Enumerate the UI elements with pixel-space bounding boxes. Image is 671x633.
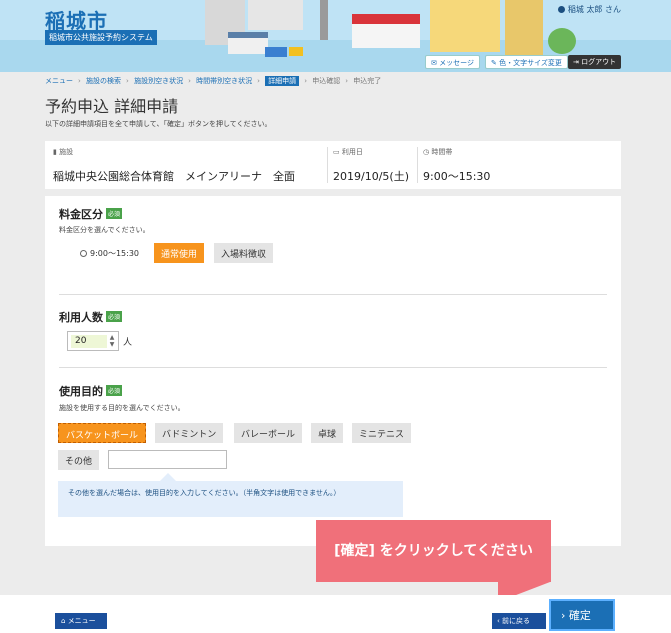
breadcrumb-time-availability[interactable]: 時間帯別空き状況: [196, 77, 252, 85]
page-title: 予約申込 詳細申請: [45, 97, 179, 116]
purpose-section-title: 使用目的 必須: [59, 383, 123, 399]
people-unit: 人: [123, 338, 133, 348]
purpose-option-badminton[interactable]: バドミントン: [155, 423, 224, 443]
logout-button-label: ログアウト: [581, 58, 617, 66]
font-size-button-label: 色・文字サイズ変更: [499, 59, 562, 67]
fee-description: 料金区分を選んでください。: [59, 226, 150, 234]
facility-label: ▮ 施設: [53, 147, 295, 157]
message-button-label: メッセージ: [439, 59, 474, 67]
people-count-input[interactable]: 20: [71, 335, 107, 348]
section-divider: [59, 367, 607, 368]
purpose-option-table-tennis[interactable]: 卓球: [311, 423, 344, 443]
fee-title-text: 料金区分: [59, 208, 103, 221]
fee-time-label: 9:00〜15:30: [80, 248, 139, 259]
breadcrumb-complete: 申込完了: [353, 77, 382, 85]
purpose-other-input[interactable]: [108, 450, 227, 469]
detail-form: 料金区分 必須 料金区分を選んでください。 9:00〜15:30 通常使用 入場料…: [45, 196, 621, 546]
fee-option-normal[interactable]: 通常使用: [154, 243, 205, 263]
illustration-apartment: [430, 0, 500, 52]
fee-section-title: 料金区分 必須: [59, 206, 123, 222]
divider: [327, 147, 328, 183]
breadcrumb-detail-current: 詳細申請: [265, 76, 300, 86]
chevron-right-icon: ›: [78, 77, 81, 85]
illustration-tree: [548, 28, 576, 54]
required-badge: 必須: [106, 208, 123, 219]
illustration-school: [352, 14, 420, 48]
hint-arrow: [160, 473, 176, 481]
purpose-option-volleyball[interactable]: バレーボール: [234, 423, 303, 443]
time-value: 9:00〜15:30: [423, 170, 491, 183]
clock-icon: [80, 250, 87, 257]
people-title-text: 利用人数: [59, 311, 103, 324]
purpose-description: 施設を使用する目的を選んでください。: [59, 404, 185, 412]
breadcrumb-confirm: 申込確認: [312, 77, 341, 85]
time-label: ◷ 時間帯: [423, 147, 490, 157]
date-column: ▭ 利用日 2019/10/5(土): [333, 147, 409, 184]
chevron-right-icon: ›: [126, 77, 129, 85]
facility-column: ▮ 施設 稲城中央公園総合体育館 メインアリーナ 全面: [53, 147, 295, 184]
user-info: 稲城 太郎 さん: [557, 4, 621, 15]
calendar-icon: ▭: [333, 148, 340, 156]
breadcrumb-menu[interactable]: メニュー: [45, 77, 73, 85]
people-count-stepper[interactable]: 20 ▲ ▼: [67, 331, 119, 351]
chevron-right-icon: ›: [304, 77, 307, 85]
purpose-option-basketball[interactable]: バスケットボール: [58, 423, 147, 443]
people-section-title: 利用人数 必須: [59, 309, 123, 325]
chevron-right-icon: ›: [257, 77, 260, 85]
confirm-button-label: 確定: [568, 609, 591, 622]
illustration-building-2: [248, 0, 303, 30]
illustration-house: [228, 32, 268, 54]
chevron-right-icon: ›: [345, 77, 349, 85]
user-icon: [557, 6, 565, 13]
purpose-option-mini-tennis[interactable]: ミニテニス: [352, 423, 412, 443]
illustration-clock-tower: [505, 0, 543, 58]
facility-label-text: 施設: [59, 148, 74, 156]
user-name: 稲城 太郎 さん: [567, 5, 621, 14]
logout-button[interactable]: ⇥ ログアウト: [568, 55, 622, 69]
illustration-bus: [265, 47, 287, 57]
fee-option-admission[interactable]: 入場料徴収: [214, 243, 274, 263]
back-button[interactable]: ‹ 前に戻る: [492, 613, 546, 629]
page-description: 以下の詳細申請項目を全て申請して、「確定」ボタンを押してください。: [45, 120, 272, 128]
facility-value: 稲城中央公園総合体育館 メインアリーナ 全面: [53, 170, 295, 183]
breadcrumb-search[interactable]: 施設の検索: [86, 77, 121, 85]
illustration-tower: [320, 0, 328, 40]
confirm-button[interactable]: › 確定: [549, 599, 615, 631]
section-divider: [59, 294, 607, 295]
stepper-arrows-icon[interactable]: ▲ ▼: [108, 334, 116, 349]
time-label-text: 時間帯: [431, 148, 453, 156]
divider: [417, 147, 418, 183]
menu-button[interactable]: ⌂ メニュー: [55, 613, 107, 629]
time-column: ◷ 時間帯 9:00〜15:30: [423, 147, 490, 184]
required-badge: 必須: [106, 385, 123, 396]
footer: ⌂ メニュー ‹ 前に戻る › 確定: [0, 595, 671, 633]
date-label-text: 利用日: [341, 148, 363, 156]
purpose-title-text: 使用目的: [59, 385, 103, 398]
menu-button-label: メニュー: [67, 617, 96, 625]
building-icon: ▮: [53, 148, 57, 156]
chevron-right-icon: ›: [188, 77, 191, 85]
chevron-right-icon: ›: [561, 609, 566, 622]
system-name: 稲城市公共施設予約システム: [45, 30, 157, 45]
breadcrumb: メニュー › 施設の検索 › 施設別空き状況 › 時間帯別空き状況 › 詳細申請 › 申込…: [45, 76, 384, 86]
back-button-label: 前に戻る: [502, 617, 531, 625]
chevron-left-icon: ‹: [497, 617, 500, 625]
purpose-option-other[interactable]: その他: [58, 450, 100, 470]
instruction-callout: [確定] をクリックしてください: [316, 520, 551, 582]
date-value: 2019/10/5(土): [333, 170, 409, 183]
breadcrumb-facility-availability[interactable]: 施設別空き状況: [134, 77, 183, 85]
header: 稲城市 稲城市公共施設予約システム 稲城 太郎 さん ✉ メッセージ ✎ 色・文…: [0, 0, 671, 72]
clock-icon: ◷: [423, 148, 430, 156]
required-badge: 必須: [106, 311, 123, 322]
reservation-info: ▮ 施設 稲城中央公園総合体育館 メインアリーナ 全面 ▭ 利用日 2019/1…: [45, 141, 621, 189]
home-icon: ⌂: [61, 617, 66, 625]
illustration-car: [289, 47, 303, 56]
message-button[interactable]: ✉ メッセージ: [425, 55, 480, 69]
font-size-button[interactable]: ✎ 色・文字サイズ変更: [485, 55, 568, 69]
date-label: ▭ 利用日: [333, 147, 409, 157]
purpose-other-hint: その他を選んだ場合は、使用目的を入力してください。（半角文字は使用できません。）: [58, 481, 403, 517]
fee-time-text: 9:00〜15:30: [90, 249, 140, 258]
